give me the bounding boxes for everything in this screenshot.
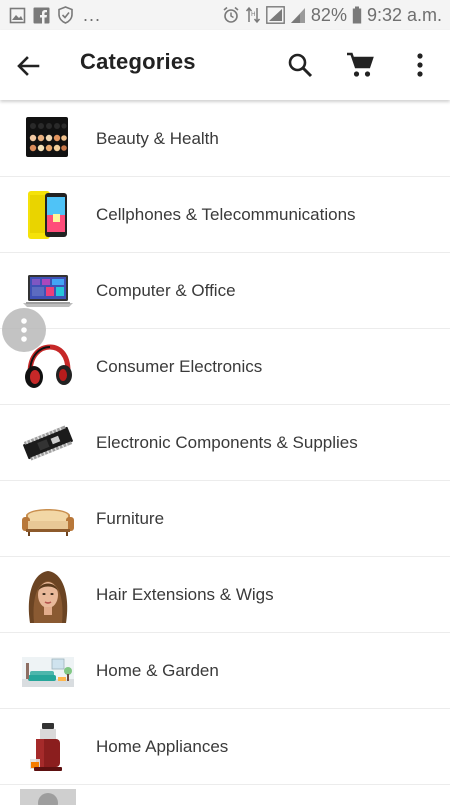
- signal-strength-icon: [266, 6, 285, 24]
- facebook-icon: [33, 7, 50, 24]
- category-item-electronic-components-supplies[interactable]: Electronic Components & Supplies: [0, 405, 450, 481]
- partial-thumbnail: [20, 789, 76, 805]
- category-label: Home Appliances: [96, 736, 229, 756]
- search-icon: [288, 53, 313, 78]
- juicer-thumbnail: [30, 723, 62, 771]
- category-label: Consumer Electronics: [96, 356, 263, 376]
- more-vert-icon: [417, 53, 423, 77]
- living-room-thumbnail: [22, 657, 74, 687]
- shopping-cart-icon: [347, 52, 374, 77]
- search-button[interactable]: [286, 51, 314, 79]
- status-bar-notifications: ...: [0, 5, 101, 26]
- category-item-home-appliances[interactable]: Home Appliances: [0, 709, 450, 785]
- smartphone-thumbnail: [28, 191, 67, 239]
- cart-button[interactable]: [345, 50, 375, 80]
- app-bar: Categories: [0, 30, 450, 100]
- category-label: Furniture: [96, 508, 165, 528]
- category-list: Beauty & Health Cellphones & Telecommuni…: [0, 101, 450, 805]
- more-vert-icon: [21, 318, 27, 342]
- shield-icon: [57, 6, 74, 24]
- category-label: Beauty & Health: [96, 128, 219, 148]
- floating-more-button[interactable]: [2, 308, 46, 352]
- data-transfer-icon: H: [245, 6, 261, 24]
- category-label: Hair Extensions & Wigs: [96, 584, 274, 604]
- sofa-thumbnail: [22, 509, 74, 536]
- back-button[interactable]: [14, 52, 42, 80]
- woman-hair-thumbnail: [28, 571, 68, 623]
- clock-time: 9:32 a.m.: [366, 4, 442, 25]
- category-label: Computer & Office: [96, 280, 236, 300]
- more-notifications-indicator: ...: [83, 4, 102, 25]
- svg-text:H: H: [251, 11, 256, 18]
- circuit-board-thumbnail: [23, 425, 73, 461]
- category-item-computer-office[interactable]: Computer & Office: [0, 253, 450, 329]
- gallery-icon: [9, 7, 26, 24]
- status-bar-system: H 82% 9:32 a.m.: [222, 5, 450, 26]
- battery-percent: 82%: [310, 4, 347, 25]
- page-title: Categories: [80, 49, 196, 74]
- category-label: Electronic Components & Supplies: [96, 432, 358, 452]
- category-item-furniture[interactable]: Furniture: [0, 481, 450, 557]
- category-item-partial[interactable]: [0, 785, 450, 805]
- category-item-cellphones-telecommunications[interactable]: Cellphones & Telecommunications: [0, 177, 450, 253]
- makeup-palette-thumbnail: [26, 117, 68, 157]
- arrow-back-icon: [17, 56, 40, 76]
- overflow-menu-button[interactable]: [406, 51, 434, 79]
- battery-icon: [352, 6, 362, 24]
- category-item-home-garden[interactable]: Home & Garden: [0, 633, 450, 709]
- category-item-beauty-health[interactable]: Beauty & Health: [0, 101, 450, 177]
- category-item-hair-extensions-wigs[interactable]: Hair Extensions & Wigs: [0, 557, 450, 633]
- signal-strength-secondary-icon: [290, 7, 306, 24]
- alarm-clock-icon: [222, 6, 240, 24]
- category-label: Cellphones & Telecommunications: [96, 204, 356, 224]
- category-label: Home & Garden: [96, 660, 219, 680]
- category-item-consumer-electronics[interactable]: Consumer Electronics: [0, 329, 450, 405]
- status-bar: ... H 82% 9:32 a.m.: [0, 0, 450, 30]
